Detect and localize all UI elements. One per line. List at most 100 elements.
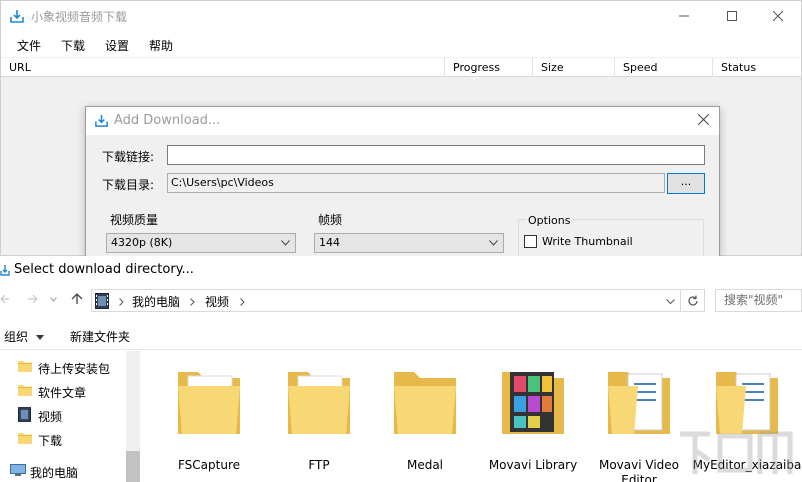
chevron-right-icon — [119, 298, 124, 306]
nav-item-downloads[interactable]: 下载 — [18, 429, 138, 451]
menu-help[interactable]: 帮助 — [149, 37, 173, 54]
write-thumbnail-label: Write Thumbnail — [542, 235, 633, 248]
download-table-header: URL Progress Size Speed Status — [1, 58, 801, 77]
quality-value: 4320p (8K) — [111, 236, 173, 249]
column-size[interactable]: Size — [533, 58, 615, 77]
chevron-right-icon — [240, 298, 245, 306]
menu-file[interactable]: 文件 — [17, 37, 41, 54]
nav-item-label: 我的电脑 — [30, 466, 79, 480]
nav-item-my-computer[interactable]: 我的电脑 — [10, 461, 130, 482]
navigation-pane: 待上传安装包 软件文章 视频 下载 我的电脑 — [0, 351, 140, 482]
folder-name: Medal — [406, 458, 444, 472]
folder-icon — [18, 385, 32, 396]
fps-label: 帧频 — [318, 213, 343, 227]
window-title: 小象视频音频下载 — [31, 10, 128, 24]
folder-picker-dialog: Select download directory... 我的电脑 视频 搜索"… — [0, 256, 802, 482]
refresh-icon — [687, 295, 698, 306]
breadcrumb-my-computer[interactable]: 我的电脑 — [132, 293, 180, 310]
folder-name: FTP — [308, 458, 330, 472]
folder-icon — [608, 372, 670, 434]
folder-tile-medal[interactable]: Medal — [370, 366, 480, 482]
minimize-icon — [679, 15, 689, 17]
new-folder-button[interactable]: 新建文件夹 — [70, 328, 130, 345]
directory-field[interactable]: C:\Users\pc\Videos — [167, 173, 665, 193]
title-bar: 小象视频音频下载 — [1, 1, 801, 31]
breadcrumb-videos[interactable]: 视频 — [205, 293, 229, 310]
folder-dialog-title: Select download directory... — [14, 262, 194, 277]
options-group: Options Write Thumbnail — [518, 214, 704, 259]
command-bar: 组织 新建文件夹 — [0, 320, 802, 350]
browse-button[interactable]: ... — [667, 173, 705, 194]
caret-down-icon — [35, 335, 44, 340]
folder-icon — [394, 372, 456, 434]
folder-icon — [502, 372, 564, 434]
folder-icon — [18, 361, 32, 372]
write-thumbnail-checkbox[interactable] — [524, 235, 537, 248]
chevron-down-icon[interactable] — [50, 297, 57, 302]
quality-label: 视频质量 — [110, 213, 159, 227]
fps-group: 帧频 144 — [308, 213, 508, 259]
options-label: Options — [526, 214, 573, 227]
computer-icon — [10, 464, 26, 476]
chevron-down-icon — [489, 240, 498, 246]
minimize-button[interactable] — [661, 1, 707, 31]
folder-icon — [288, 372, 350, 434]
menu-download[interactable]: 下载 — [61, 37, 85, 54]
menu-bar: 文件 下载 设置 帮助 — [1, 31, 801, 57]
folder-tile-movavi-library[interactable]: Movavi Library — [478, 366, 588, 482]
watermark-logo — [680, 431, 793, 474]
fps-value: 144 — [319, 236, 340, 249]
nav-item-label: 下载 — [38, 434, 63, 448]
nav-item-label: 视频 — [38, 410, 63, 424]
nav-item-software-articles[interactable]: 软件文章 — [18, 381, 138, 403]
column-speed[interactable]: Speed — [615, 58, 713, 77]
nav-item-label: 待上传安装包 — [38, 362, 111, 376]
folder-tile-ftp[interactable]: FTP — [264, 366, 374, 482]
quality-select[interactable]: 4320p (8K) — [106, 233, 296, 253]
chevron-right-icon — [190, 298, 195, 306]
back-arrow-icon[interactable] — [0, 294, 10, 304]
video-library-icon — [18, 407, 31, 422]
nav-item-label: 软件文章 — [38, 386, 87, 400]
chevron-down-icon — [281, 240, 290, 246]
organize-button[interactable]: 组织 — [4, 328, 44, 345]
folder-name: FSCapture — [177, 458, 241, 472]
download-app-icon — [95, 114, 108, 127]
nav-item-pending-packages[interactable]: 待上传安装包 — [18, 357, 138, 379]
url-label: 下载链接: — [102, 150, 155, 164]
download-app-icon — [0, 265, 10, 276]
organize-label: 组织 — [4, 330, 29, 344]
menu-settings[interactable]: 设置 — [105, 37, 129, 54]
maximize-icon — [727, 11, 737, 21]
fps-select[interactable]: 144 — [314, 233, 504, 253]
search-input[interactable]: 搜索"视频" — [715, 289, 802, 312]
refresh-button[interactable] — [681, 289, 705, 312]
folder-icon — [18, 433, 32, 444]
dialog-title: Add Download... — [114, 113, 221, 128]
directory-label: 下载目录: — [102, 178, 155, 192]
address-bar[interactable]: 我的电脑 视频 — [91, 289, 681, 312]
video-library-icon — [95, 293, 109, 309]
folder-tile-fscapture[interactable]: FSCapture — [154, 366, 264, 482]
forward-arrow-icon[interactable] — [27, 294, 39, 304]
close-button[interactable] — [755, 1, 801, 31]
up-arrow-icon[interactable] — [71, 293, 83, 305]
maximize-button[interactable] — [709, 1, 755, 31]
dialog-title-bar: Add Download... — [86, 107, 719, 135]
scrollbar-thumb[interactable] — [126, 451, 140, 482]
close-icon — [773, 11, 783, 21]
folder-name: Movavi Library — [488, 458, 578, 472]
url-input[interactable] — [167, 145, 705, 165]
column-progress[interactable]: Progress — [445, 58, 533, 77]
main-window: 小象视频音频下载 文件 下载 设置 帮助 URL Progress Size S… — [0, 0, 802, 259]
folder-icon — [178, 372, 240, 434]
column-status[interactable]: Status — [713, 58, 801, 77]
nav-item-videos[interactable]: 视频 — [18, 405, 138, 427]
column-url[interactable]: URL — [1, 58, 445, 77]
quality-group: 视频质量 4320p (8K) — [102, 213, 302, 259]
download-app-icon — [10, 10, 24, 23]
add-download-dialog: Add Download... 下载链接: 下载目录: C:\Users\pc\… — [85, 106, 720, 259]
close-icon[interactable] — [698, 114, 709, 125]
nav-scrollbar[interactable] — [126, 351, 140, 482]
chevron-down-icon[interactable] — [666, 299, 675, 304]
